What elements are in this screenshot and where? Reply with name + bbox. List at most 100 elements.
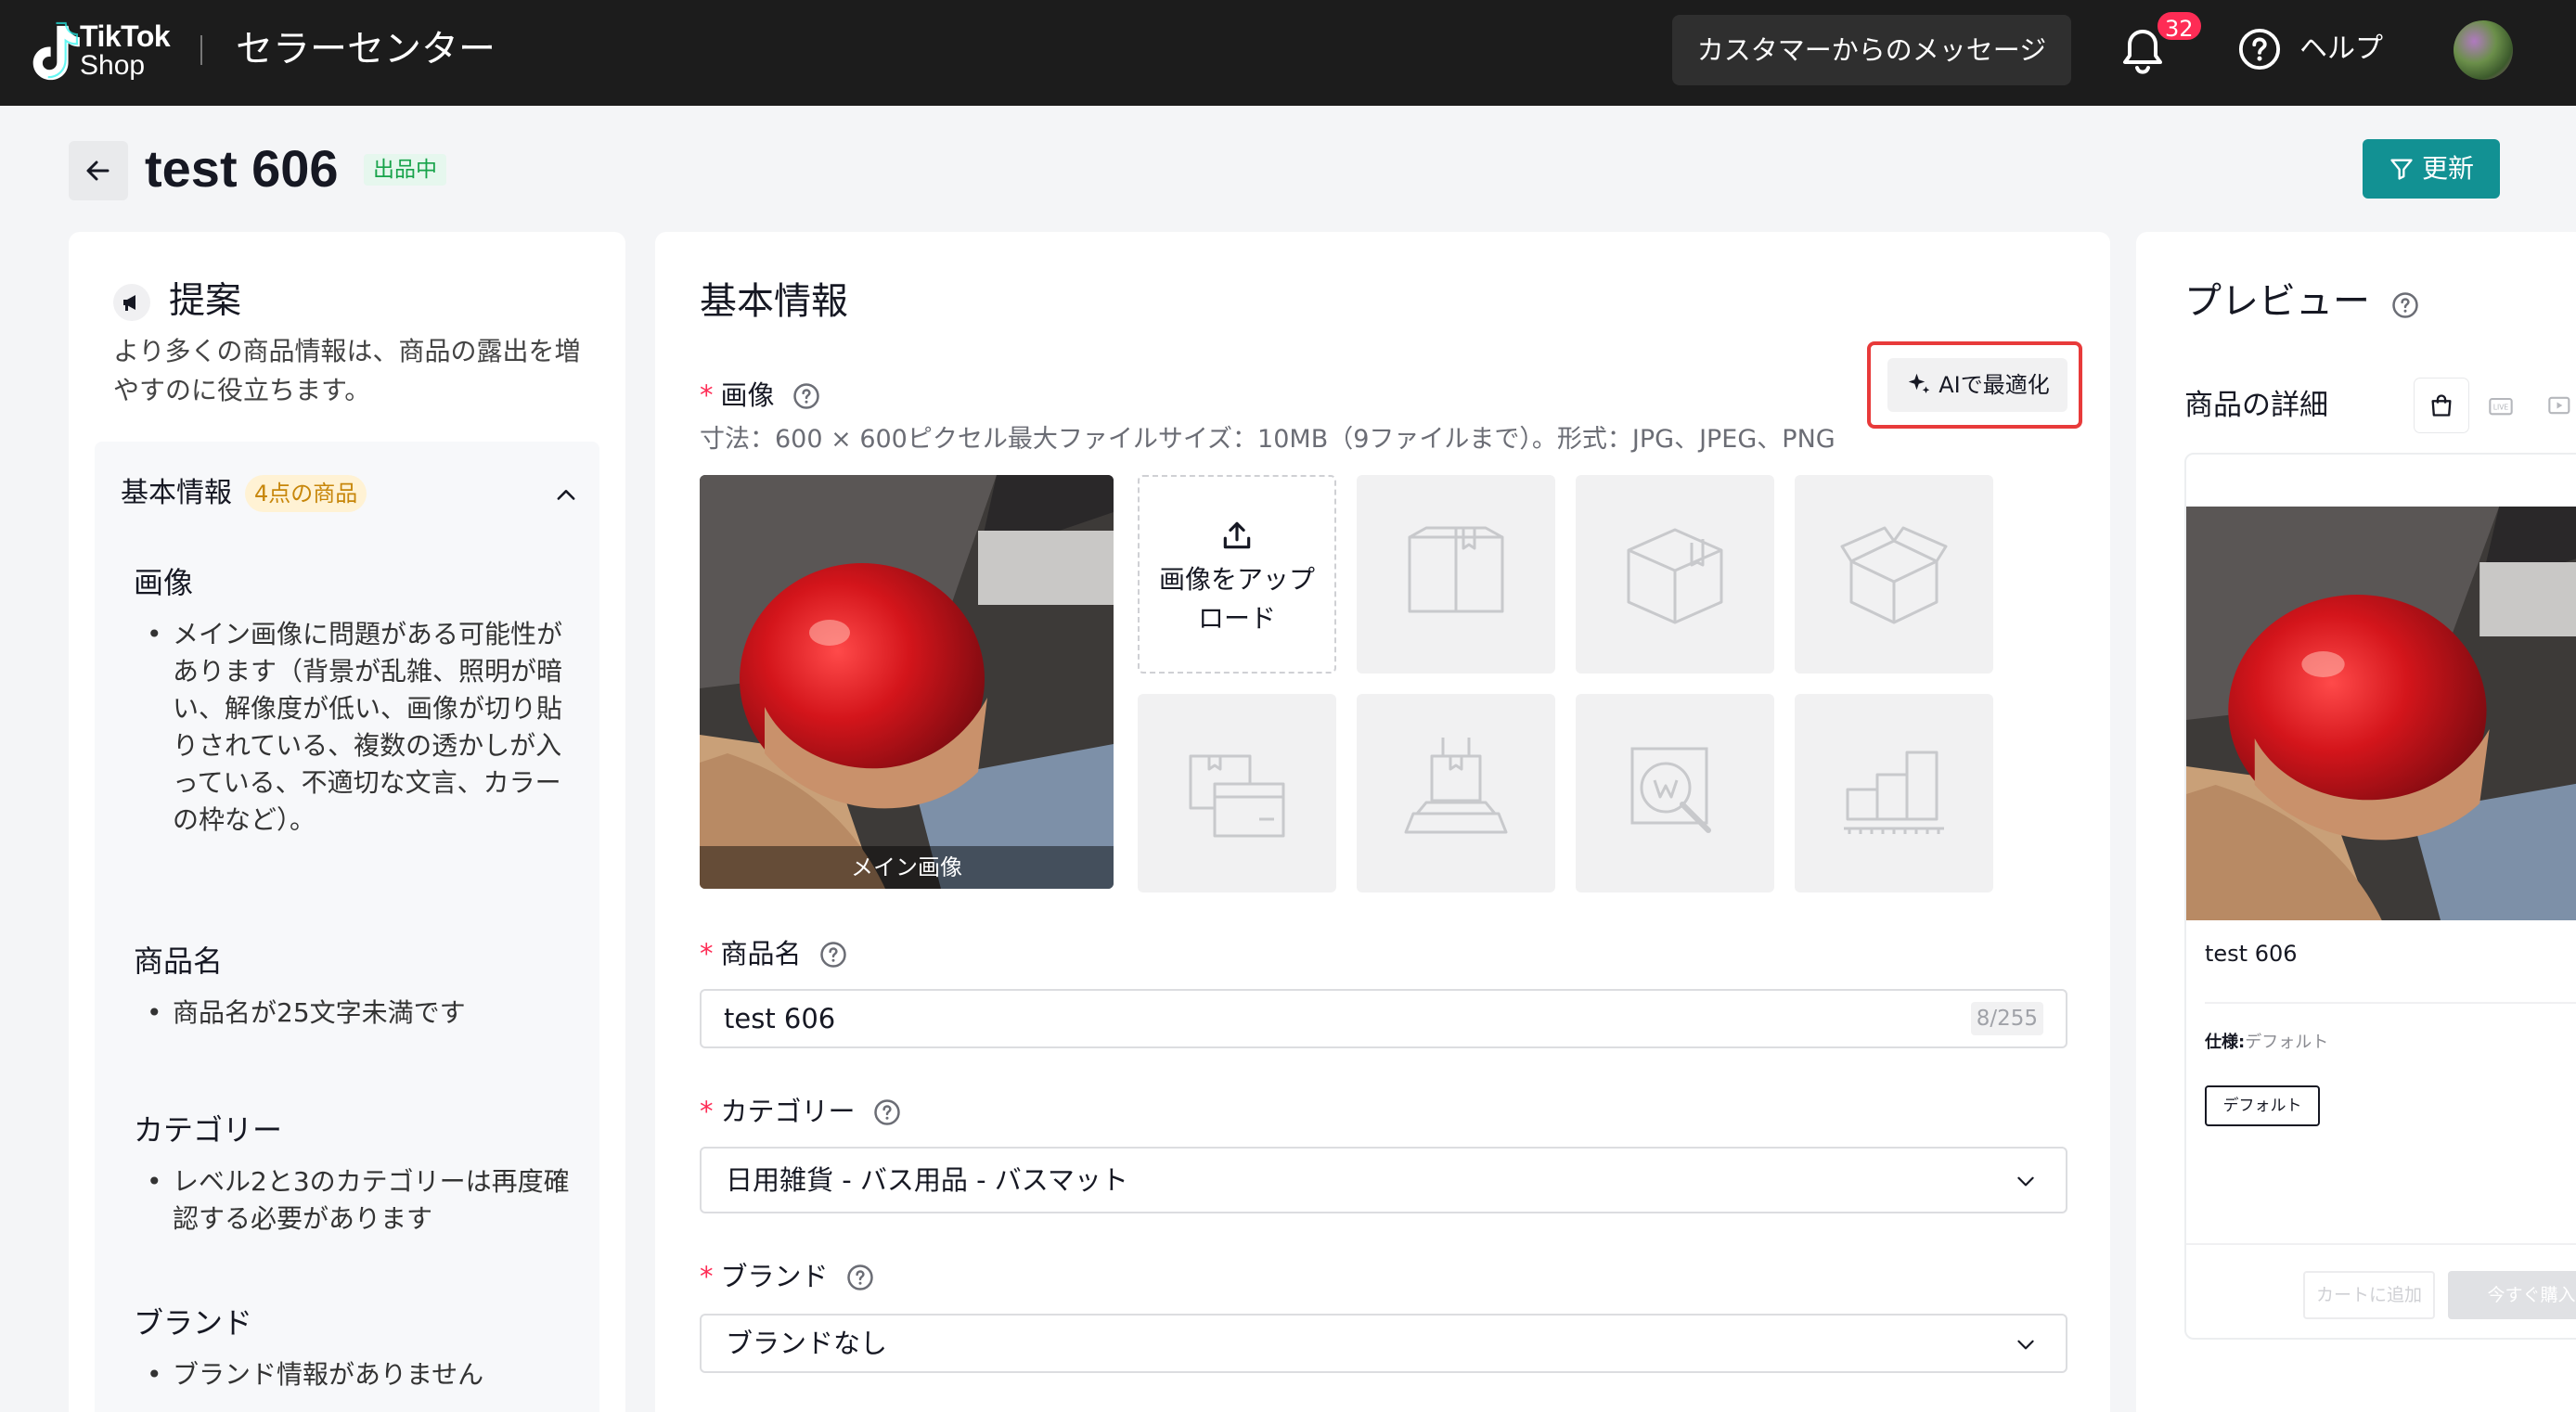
page-title: test 606 — [145, 139, 339, 198]
upload-label: 画像をアップロード — [1158, 564, 1315, 634]
tiktok-shop-wordmark[interactable]: TikTok Shop — [80, 19, 171, 82]
chevron-down-icon — [2017, 1176, 2034, 1187]
spec-value: デフォルト — [2245, 1033, 2329, 1052]
suggestion-image: 画像 メイン画像に問題がある可能性があります（背景が乱雑、照明が暗い、解像度が低… — [134, 562, 579, 839]
listing-status-badge: 出品中 — [364, 154, 446, 186]
product-name-value: test 606 — [724, 1003, 836, 1034]
suggestion-title: 画像 — [134, 565, 194, 600]
tiktok-logo-icon[interactable] — [22, 20, 87, 85]
preview-product-image — [2186, 507, 2576, 920]
update-button[interactable]: 更新 — [2363, 139, 2500, 199]
image-slot[interactable] — [1357, 475, 1555, 674]
video-icon — [2548, 396, 2570, 415]
preview-product-name: test 606 — [2205, 941, 2298, 967]
customer-messages-button[interactable]: カスタマーからのメッセージ — [1672, 15, 2071, 85]
ai-optimize-highlight: AIで最適化 — [1867, 341, 2082, 429]
product-name-label-text: 商品名 — [720, 938, 802, 969]
spec-option-chip: デフォルト — [2205, 1085, 2320, 1126]
live-icon: LIVE — [2489, 397, 2513, 416]
basic-info-panel: 基本情報 * 画像 AIで最適化 寸法：600 × 600ピクセル最大ファイルサイ… — [655, 232, 2110, 1412]
category-label-text: カテゴリー — [720, 1096, 856, 1127]
product-name-input[interactable]: test 606 8/255 — [700, 989, 2067, 1048]
tab-live[interactable]: LIVE — [2474, 379, 2528, 432]
mobile-preview: test 606 仕様:デフォルト デフォルト カートに追加 今すぐ購入 — [2184, 453, 2576, 1340]
section-title: 基本情報 — [700, 280, 848, 323]
apple-photo — [700, 475, 1114, 889]
image-slot[interactable] — [1138, 694, 1336, 892]
update-button-label: 更新 — [2421, 153, 2474, 184]
preview-panel: プレビュー 商品の詳細 LIVE test 606 仕様:デフォルト デフォルト… — [2136, 232, 2576, 1412]
required-marker: * — [700, 1096, 714, 1127]
suggestion-product-name: 商品名 商品名が25文字未満です — [134, 941, 579, 1032]
suggestions-title: 提案 — [169, 280, 242, 322]
suggestion-category: カテゴリー レベル2と3のカテゴリーは再度確認する必要があります — [134, 1110, 579, 1238]
suggestion-item: メイン画像に問題がある可能性があります（背景が乱雑、照明が暗い、解像度が低い、画… — [134, 616, 579, 839]
package-card-icon — [1189, 754, 1285, 838]
suggestions-description: より多くの商品情報は、商品の露出を増やすのに役立ちます。 — [113, 336, 581, 405]
back-button[interactable] — [69, 141, 128, 200]
suggestion-group-title[interactable]: 基本情報 — [121, 475, 232, 512]
preview-tabs: LIVE — [2415, 379, 2576, 432]
divider — [200, 35, 202, 65]
question-circle-icon[interactable] — [846, 1264, 874, 1291]
image-upload-button[interactable]: 画像をアップロード — [1138, 475, 1336, 674]
arrow-left-icon — [86, 160, 109, 181]
upload-icon — [1223, 521, 1251, 549]
image-specs-text: 寸法：600 × 600ピクセル最大ファイルサイズ：10MB（9ファイルまで）。… — [700, 425, 1835, 454]
suggestion-count-badge: 4点の商品 — [245, 475, 367, 512]
suggestion-title: カテゴリー — [134, 1112, 283, 1148]
question-circle-icon[interactable] — [2391, 291, 2419, 319]
required-marker: * — [700, 1261, 714, 1292]
main-image-caption: メイン画像 — [700, 846, 1114, 889]
svg-text:LIVE: LIVE — [2493, 404, 2509, 412]
box-on-scale-icon — [1404, 738, 1508, 834]
notification-count-badge: 32 — [2155, 9, 2204, 43]
top-bar: TikTok Shop セラーセンター カスタマーからのメッセージ 32 ヘルプ — [0, 0, 2576, 106]
preview-spec: 仕様:デフォルト — [2205, 1032, 2328, 1054]
chevron-down-icon — [2017, 1340, 2034, 1350]
brand-select[interactable]: ブランドなし — [700, 1314, 2067, 1373]
character-count: 8/255 — [1970, 1002, 2043, 1035]
question-circle-icon[interactable] — [819, 941, 847, 969]
divider — [2186, 1243, 2576, 1245]
suggestion-title: 商品名 — [134, 943, 224, 979]
image-slot[interactable] — [1795, 694, 1993, 892]
buy-now-button: 今すぐ購入 — [2448, 1271, 2576, 1319]
chevron-up-icon[interactable] — [553, 482, 579, 508]
main-product-image[interactable]: メイン画像 — [700, 475, 1114, 889]
logo-line-1: TikTok — [80, 19, 171, 53]
required-marker: * — [700, 938, 714, 969]
product-name-field-label: * 商品名 — [700, 935, 847, 972]
suggestion-title: ブランド — [134, 1305, 253, 1341]
divider — [2205, 1002, 2576, 1004]
user-avatar[interactable] — [2454, 20, 2513, 80]
magnify-detail-icon — [1630, 747, 1711, 833]
megaphone-icon — [113, 284, 150, 321]
preview-subtitle: 商品の詳細 — [2184, 389, 2328, 422]
image-slot[interactable] — [1576, 475, 1774, 674]
help-link[interactable]: ヘルプ — [2299, 28, 2383, 71]
image-slot[interactable] — [1795, 475, 1993, 674]
box-icon — [1627, 528, 1723, 624]
suggestions-panel: 提案 より多くの商品情報は、商品の露出を増やすのに役立ちます。 基本情報 4点の… — [69, 232, 625, 1412]
logo-line-2: Shop — [80, 50, 146, 81]
image-field-label: * 画像 — [700, 377, 820, 414]
image-slot[interactable] — [1576, 694, 1774, 892]
apple-photo — [2186, 507, 2576, 920]
open-box-icon — [1408, 526, 1504, 613]
question-circle-icon[interactable] — [873, 1098, 901, 1126]
image-slot[interactable] — [1357, 694, 1555, 892]
help-circle-icon[interactable] — [2238, 28, 2281, 71]
ai-optimize-button[interactable]: AIで最適化 — [1887, 358, 2067, 412]
size-measure-icon — [1844, 751, 1944, 834]
suggestion-brand: ブランド ブランド情報がありません — [134, 1303, 579, 1393]
brand-value: ブランドなし — [726, 1328, 888, 1359]
category-select[interactable]: 日用雑貨 - バス用品 - バスマット — [700, 1147, 2067, 1213]
category-field-label: * カテゴリー — [700, 1093, 901, 1130]
tab-product[interactable] — [2415, 379, 2468, 432]
brand-field-label: * ブランド — [700, 1258, 874, 1295]
app-title: セラーセンター — [236, 28, 496, 71]
tab-video[interactable] — [2533, 379, 2576, 432]
open-box-icon — [1840, 526, 1948, 624]
question-circle-icon[interactable] — [792, 382, 820, 410]
